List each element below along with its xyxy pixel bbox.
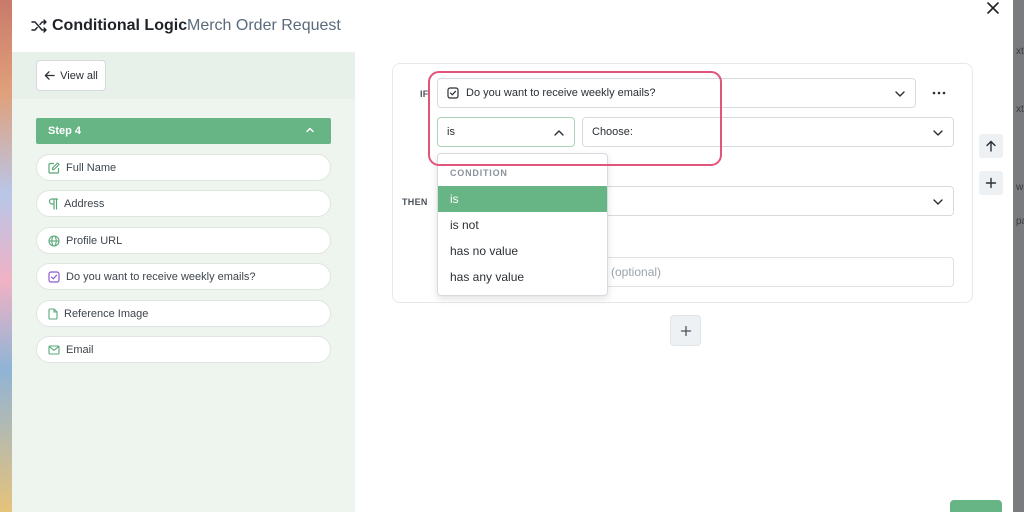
sidebar-item-profile-url[interactable]: Profile URL: [36, 227, 331, 254]
condition-select[interactable]: is: [437, 117, 575, 147]
condition-option-is-not[interactable]: is not: [438, 212, 607, 238]
save-button[interactable]: [950, 500, 1002, 512]
chevron-up-icon: [306, 127, 314, 133]
more-horizontal-icon: [932, 91, 946, 95]
view-all-button[interactable]: View all: [36, 60, 106, 91]
condition-option-has-any-value[interactable]: has any value: [438, 264, 607, 290]
sidebar-item-label: Address: [64, 197, 105, 210]
condition-select-value: is: [447, 126, 455, 138]
sidebar-item-full-name[interactable]: Full Name: [36, 154, 331, 181]
step-label: Step 4: [48, 125, 82, 137]
background-app-right: xt xt wr pa: [1013, 0, 1024, 512]
condition-option-has-no-value[interactable]: has no value: [438, 238, 607, 264]
value-select-placeholder: Choose:: [592, 126, 633, 138]
chevron-up-icon: [554, 130, 564, 136]
chevron-down-icon: [933, 199, 943, 205]
more-options-button[interactable]: [927, 81, 951, 105]
step-header[interactable]: Step 4: [36, 118, 331, 144]
edit-icon: [48, 161, 60, 174]
add-rule-button[interactable]: [670, 315, 701, 346]
checkbox-icon: [48, 270, 60, 283]
background-text: xt: [1016, 46, 1024, 57]
then-label: THEN: [402, 197, 428, 207]
background-app-left: [0, 0, 12, 512]
value-select[interactable]: Choose:: [582, 117, 954, 147]
sidebar-item-email[interactable]: Email: [36, 336, 331, 363]
arrow-up-icon: [986, 140, 996, 152]
modal-header: Conditional Logic Merch Order Request: [12, 0, 1013, 52]
plus-icon: [985, 177, 997, 189]
sidebar-item-label: Full Name: [66, 161, 117, 174]
background-text: xt: [1016, 104, 1024, 115]
shuffle-icon: [31, 19, 47, 33]
chevron-down-icon: [895, 91, 905, 97]
arrow-left-icon: [44, 71, 55, 80]
sidebar-item-label: Email: [66, 343, 94, 356]
checkbox-icon: [447, 87, 459, 99]
if-label: IF: [420, 89, 429, 99]
dropdown-header: CONDITION: [450, 168, 508, 178]
optional-input-placeholder: (optional): [611, 265, 662, 279]
plus-icon: [680, 325, 691, 336]
paragraph-icon: [48, 197, 58, 210]
move-up-button[interactable]: [979, 134, 1003, 158]
add-condition-button[interactable]: [979, 171, 1003, 195]
sidebar-item-weekly-emails[interactable]: Do you want to receive weekly emails?: [36, 263, 331, 290]
background-text: pa: [1016, 216, 1024, 227]
modal-title: Conditional Logic: [52, 17, 188, 34]
form-name: Merch Order Request: [187, 17, 341, 34]
view-all-label: View all: [60, 69, 98, 82]
condition-dropdown: CONDITION is is not has no value has any…: [437, 153, 608, 296]
close-icon[interactable]: [984, 0, 1002, 18]
sidebar-item-reference-image[interactable]: Reference Image: [36, 300, 331, 327]
sidebar-item-address[interactable]: Address: [36, 190, 331, 217]
background-text: wr: [1016, 182, 1024, 193]
sidebar-item-label: Profile URL: [66, 234, 123, 247]
file-icon: [48, 307, 58, 320]
field-select-value: Do you want to receive weekly emails?: [466, 87, 656, 99]
sidebar-item-label: Do you want to receive weekly emails?: [66, 270, 256, 283]
conditional-logic-modal: Conditional Logic Merch Order Request Vi…: [12, 0, 1013, 512]
sidebar-item-label: Reference Image: [64, 307, 149, 320]
field-sidebar: View all Step 4 Full Name Address Profil…: [12, 52, 355, 512]
globe-icon: [48, 234, 60, 247]
condition-option-is[interactable]: is: [438, 186, 607, 212]
field-select[interactable]: Do you want to receive weekly emails?: [437, 78, 916, 108]
chevron-down-icon: [933, 130, 943, 136]
mail-icon: [48, 344, 60, 355]
